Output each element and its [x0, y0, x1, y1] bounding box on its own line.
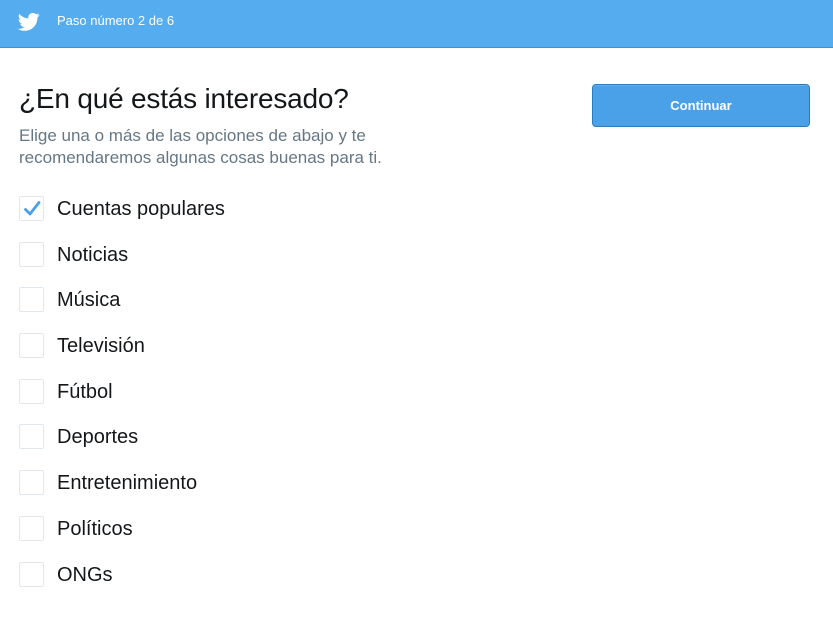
- option-label: Música: [57, 289, 121, 312]
- interest-option-cuentas-populares[interactable]: Cuentas populares: [19, 194, 419, 240]
- interest-option-television[interactable]: Televisión: [19, 331, 419, 377]
- checkbox[interactable]: [19, 470, 44, 496]
- page-title: ¿En qué estás interesado?: [19, 83, 349, 114]
- continue-button[interactable]: Continuar: [592, 84, 810, 127]
- checkbox[interactable]: [19, 196, 44, 221]
- option-label: ONGs: [57, 563, 113, 586]
- option-label: Cuentas populares: [57, 198, 225, 220]
- interest-options-list: Cuentas populares Noticias Música Televisió…: [19, 194, 419, 605]
- checkmark-icon: [24, 201, 41, 216]
- top-bar: Paso número 2 de 6: [0, 0, 833, 48]
- checkbox[interactable]: [19, 333, 44, 359]
- interest-option-ongs[interactable]: ONGs: [19, 560, 419, 606]
- checkbox[interactable]: [19, 378, 44, 404]
- option-label: Deportes: [57, 426, 139, 449]
- option-label: Políticos: [57, 517, 133, 540]
- step-indicator: Paso número 2 de 6: [57, 13, 175, 28]
- checkbox[interactable]: [19, 424, 44, 450]
- interest-option-futbol[interactable]: Fútbol: [19, 377, 419, 423]
- twitter-bird-icon: [18, 12, 40, 31]
- checkbox[interactable]: [19, 241, 44, 267]
- page-subtitle: Elige una o más de las opciones de abajo…: [19, 126, 382, 167]
- checkbox[interactable]: [19, 287, 44, 313]
- checkbox[interactable]: [19, 561, 44, 587]
- option-label: Noticias: [57, 243, 129, 266]
- option-label: Entretenimiento: [57, 472, 198, 495]
- interests-panel: ¿En qué estás interesado? Elige una o má…: [0, 49, 833, 617]
- interest-option-politicos[interactable]: Políticos: [19, 514, 419, 560]
- interest-option-deportes[interactable]: Deportes: [19, 422, 419, 468]
- checkbox[interactable]: [19, 515, 44, 541]
- interest-option-entretenimiento[interactable]: Entretenimiento: [19, 468, 419, 514]
- option-label: Televisión: [57, 335, 145, 358]
- option-label: Fútbol: [57, 380, 113, 403]
- interest-option-musica[interactable]: Música: [19, 285, 419, 331]
- interest-option-noticias[interactable]: Noticias: [19, 240, 419, 286]
